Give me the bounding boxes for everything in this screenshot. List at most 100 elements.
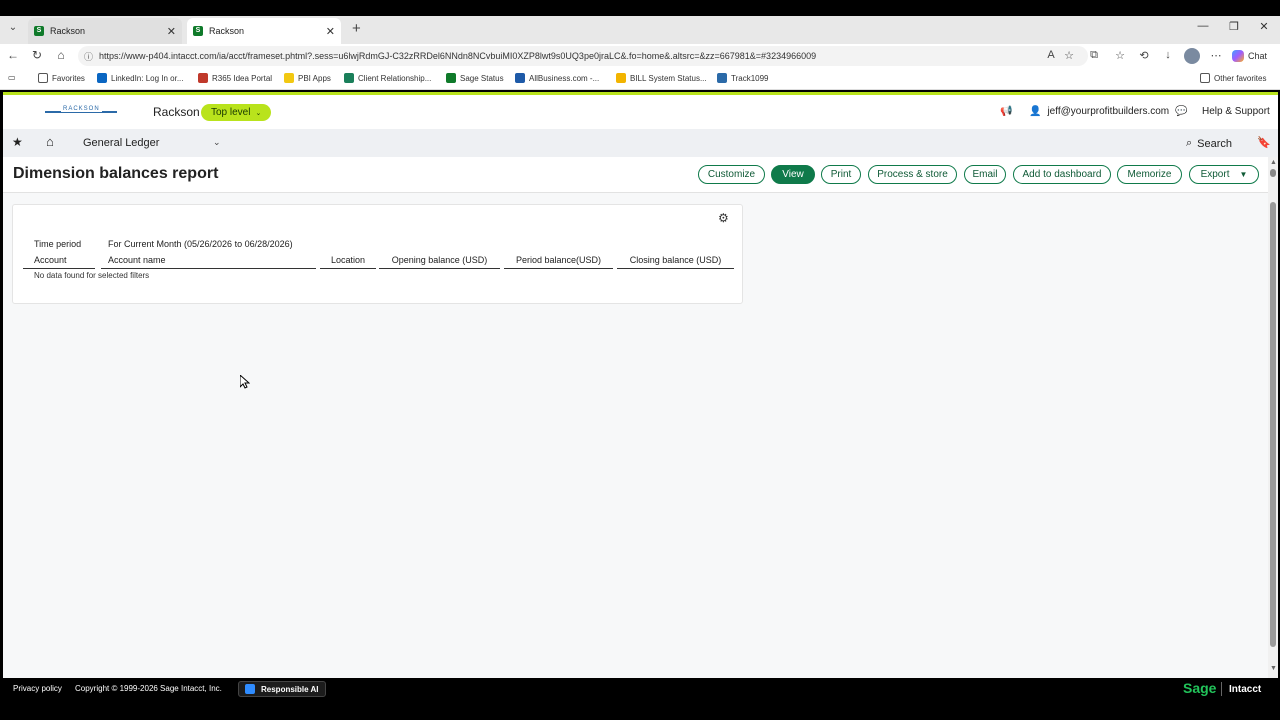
tab-title: Rackson (209, 26, 245, 36)
bill-icon (616, 73, 626, 83)
home-icon[interactable]: ⌂ (53, 48, 69, 62)
email-button[interactable]: Email (964, 165, 1006, 184)
other-favorites[interactable]: Other favorites (1200, 73, 1266, 83)
url-field[interactable]: ⓘ https://www-p404.intacct.com/ia/acct/f… (78, 46, 1088, 66)
company-logo[interactable]: RACKSON (45, 106, 117, 115)
user-icon: 👤 (1029, 106, 1042, 117)
vertical-scrollbar[interactable]: ▲ ▼ (1268, 157, 1278, 678)
browser-tab[interactable]: S Rackson ✕ (28, 18, 182, 44)
mouse-cursor-icon (240, 375, 250, 389)
export-button[interactable]: Export ▼ (1189, 165, 1259, 184)
bookmark-favorites[interactable]: Favorites (38, 73, 85, 83)
back-icon[interactable]: ← (5, 48, 21, 62)
bookmark-pbi-apps[interactable]: PBI Apps (284, 73, 331, 83)
client-icon (344, 73, 354, 83)
close-tab-icon[interactable]: ✕ (167, 25, 176, 38)
bookmark-icon[interactable]: 🔖 (1257, 136, 1271, 149)
user-email: jeff@yourprofitbuilders.com (1047, 106, 1170, 117)
bookmark-linkedin[interactable]: LinkedIn: Log In or... (97, 73, 184, 83)
export-label: Export (1200, 169, 1230, 180)
sage-icon (446, 73, 456, 83)
scroll-thumb[interactable] (1270, 202, 1276, 647)
read-aloud-icon[interactable]: A (1043, 49, 1059, 61)
browser-tab-active[interactable]: S Rackson ✕ (187, 18, 341, 44)
app-header: RACKSON Rackson Top level ⌄ 📢 👤 jeff@you… (3, 95, 1278, 129)
history-icon[interactable]: ⟲ (1136, 49, 1152, 62)
print-button[interactable]: Print (821, 165, 861, 184)
column-header-location: Location (320, 255, 376, 269)
footer-divider (1221, 682, 1222, 696)
home-icon[interactable]: ⌂ (46, 134, 54, 149)
company-name: Rackson (153, 105, 200, 119)
close-window-icon[interactable]: ✕ (1254, 20, 1274, 33)
process-store-button[interactable]: Process & store (868, 165, 957, 184)
shield-icon (245, 684, 255, 694)
bookmark-allbusiness[interactable]: AllBusiness.com -... (515, 73, 599, 83)
customize-button[interactable]: Customize (698, 165, 765, 184)
scroll-up-icon[interactable]: ▲ (1270, 159, 1277, 166)
scroll-marker (1270, 169, 1276, 177)
chevron-down-icon[interactable]: ⌄ (213, 137, 221, 148)
responsible-ai-label: Responsible AI (261, 684, 319, 694)
responsible-ai-badge[interactable]: Responsible AI (238, 681, 326, 697)
downloads-icon[interactable]: ↓ (1160, 49, 1176, 61)
search-label: Search (1197, 137, 1233, 150)
privacy-policy-link[interactable]: Privacy policy (13, 684, 62, 693)
report-content: ⚙ Time period For Current Month (05/26/2… (3, 193, 1268, 678)
new-tab-icon[interactable]: + (352, 20, 361, 37)
folder-icon (38, 73, 48, 83)
favorites-star-icon[interactable]: ★ (12, 135, 23, 149)
close-tab-icon[interactable]: ✕ (326, 25, 335, 38)
folder-icon (1200, 73, 1210, 83)
view-button[interactable]: View (771, 165, 815, 184)
module-selector[interactable]: General Ledger (83, 137, 159, 149)
bookmark-track1099[interactable]: Track1099 (717, 73, 769, 83)
intacct-logo: Intacct (1229, 684, 1262, 695)
user-menu[interactable]: 👤 jeff@yourprofitbuilders.com (1029, 106, 1169, 117)
app-footer: Privacy policy Copyright © 1999-2026 Sag… (3, 678, 1278, 700)
search-button[interactable]: ⌕ Search (1186, 137, 1232, 150)
module-nav: ★ ⌂ General Ledger ⌄ ⌕ Search 🔖 (3, 129, 1278, 157)
add-to-dashboard-button[interactable]: Add to dashboard (1013, 165, 1111, 184)
scroll-down-icon[interactable]: ▼ (1270, 665, 1277, 672)
reading-list-icon[interactable]: ▭ (8, 73, 16, 82)
track1099-icon (717, 73, 727, 83)
copyright-text: Copyright © 1999-2026 Sage Intacct, Inc. (75, 684, 222, 693)
column-header-opening-balance: Opening balance (USD) (379, 255, 500, 269)
refresh-icon[interactable]: ↻ (29, 48, 45, 62)
minimize-icon[interactable]: — (1193, 20, 1213, 32)
bookmark-bill-status[interactable]: BILL System Status... (616, 73, 707, 83)
time-period-value: For Current Month (05/26/2026 to 06/28/2… (108, 239, 293, 249)
address-bar-row: ← ↻ ⌂ ⓘ https://www-p404.intacct.com/ia/… (0, 44, 1280, 68)
more-icon[interactable]: ⋯ (1208, 49, 1224, 62)
copilot-icon (1232, 50, 1244, 62)
tab-list-icon[interactable]: ⌄ (4, 22, 22, 38)
memorize-button[interactable]: Memorize (1117, 165, 1182, 184)
chat-bubble-icon[interactable]: 💬 (1175, 106, 1187, 117)
extensions-icon[interactable]: ⧉ (1086, 49, 1102, 62)
site-info-icon[interactable]: ⓘ (84, 50, 93, 63)
column-header-account: Account (23, 255, 95, 269)
column-header-account-name: Account name (101, 255, 316, 269)
sage-favicon-icon: S (193, 26, 203, 36)
profile-avatar[interactable] (1184, 48, 1200, 64)
favorite-star-icon[interactable]: ☆ (1061, 49, 1077, 62)
bookmark-r365[interactable]: R365 Idea Portal (198, 73, 272, 83)
entity-level-selector[interactable]: Top level ⌄ (201, 104, 272, 121)
entity-level-label: Top level (211, 107, 251, 118)
search-icon: ⌕ (1186, 137, 1193, 149)
copilot-chat-button[interactable]: Chat (1232, 47, 1267, 65)
page-title: Dimension balances report (13, 165, 219, 182)
empty-state-message: No data found for selected filters (34, 271, 150, 280)
bookmark-sage-status[interactable]: Sage Status (446, 73, 504, 83)
time-period-label: Time period (34, 239, 82, 249)
announcements-icon[interactable]: 📢 (1000, 106, 1012, 117)
linkedin-icon (97, 73, 107, 83)
help-support-link[interactable]: Help & Support (1202, 106, 1270, 117)
favorites-icon[interactable]: ☆ (1112, 49, 1128, 62)
bookmark-client-relationship[interactable]: Client Relationship... (344, 73, 431, 83)
restore-icon[interactable]: ❐ (1224, 20, 1244, 33)
column-header-period-balance: Period balance(USD) (504, 255, 613, 269)
gear-icon[interactable]: ⚙ (718, 211, 729, 225)
chevron-down-icon: ⌄ (255, 109, 262, 117)
